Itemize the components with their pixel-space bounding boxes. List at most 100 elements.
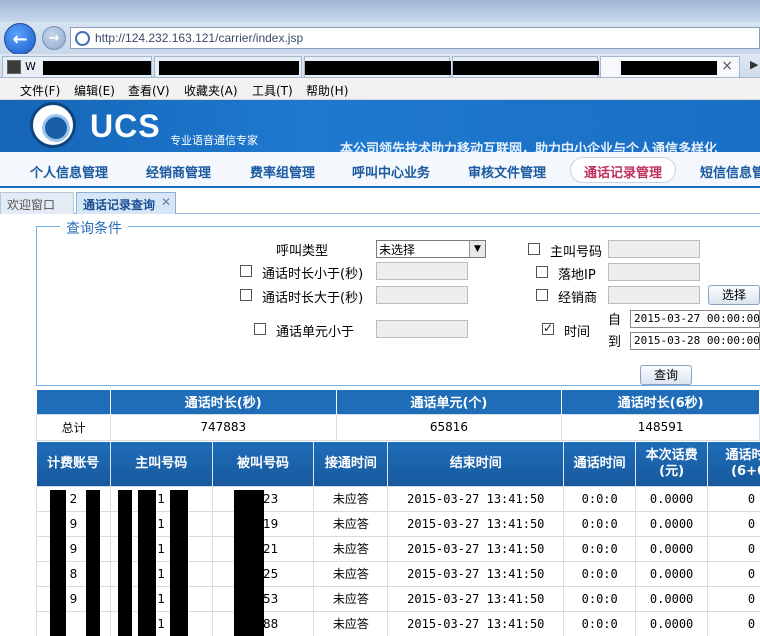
arrow-left-icon: ← xyxy=(12,28,28,50)
slogan: 本公司领先技术助力移动互联网，助力中小企业与个人通信多样化 xyxy=(340,142,718,152)
nav-item-personal-info[interactable]: 个人信息管理 xyxy=(30,162,108,181)
col-header[interactable]: 结束时间 xyxy=(387,442,565,486)
browser-tab[interactable] xyxy=(154,56,302,77)
close-tab-icon[interactable]: × xyxy=(721,58,733,74)
tab-welcome[interactable]: 欢迎窗口 xyxy=(0,192,74,214)
col-header[interactable]: 通话时间 xyxy=(563,442,637,486)
menu-file[interactable]: 文件(F) xyxy=(20,82,60,99)
nav-item-dealer[interactable]: 经销商管理 xyxy=(146,162,211,181)
select-dealer-button[interactable]: 选择 xyxy=(708,285,760,305)
cell-end-time: 2015-03-27 13:41:50 xyxy=(387,510,565,537)
cell-duration: 0 xyxy=(707,585,760,612)
summary-value: 148591 xyxy=(561,413,760,441)
tabs-scroll-arrow-icon[interactable]: ▶ xyxy=(750,58,758,71)
dealer-checkbox[interactable] xyxy=(536,289,548,301)
col-header[interactable]: 被叫号码 xyxy=(212,442,315,486)
nav-item-rate-group[interactable]: 费率组管理 xyxy=(250,162,315,181)
browser-tab[interactable] xyxy=(304,56,451,77)
unit-lt-label: 通话单元小于 xyxy=(276,325,355,340)
redaction xyxy=(159,61,299,75)
from-label: 自 xyxy=(608,313,622,328)
menu-tools[interactable]: 工具(T) xyxy=(252,82,293,99)
cell-end-time: 2015-03-27 13:41:50 xyxy=(387,585,565,612)
duration-lt-checkbox[interactable] xyxy=(240,265,252,277)
col-header[interactable]: 接通时间 xyxy=(313,442,389,486)
nav-item-call-center[interactable]: 呼叫中心业务 xyxy=(352,162,430,181)
query-button[interactable]: 查询 xyxy=(640,365,692,385)
back-button[interactable]: ← xyxy=(4,23,36,55)
cell-connect-time: 未应答 xyxy=(313,585,389,612)
caller-checkbox[interactable] xyxy=(528,243,540,255)
cell-duration: 0 xyxy=(707,535,760,562)
unit-lt-input[interactable] xyxy=(376,320,468,338)
app-header: UCS 专业语音通信专家 本公司领先技术助力移动互联网，助力中小企业与个人通信多… xyxy=(0,100,760,152)
redaction xyxy=(43,61,151,75)
landing-ip-input[interactable] xyxy=(608,263,700,281)
nav-item-audit-files[interactable]: 审核文件管理 xyxy=(468,162,546,181)
cell-call-time: 0:0:0 xyxy=(563,535,637,562)
duration-gt-checkbox[interactable] xyxy=(240,289,252,301)
landing-ip-checkbox[interactable] xyxy=(536,266,548,278)
caller-label: 主叫号码 xyxy=(550,245,603,260)
duration-gt-label: 通话时长大于(秒) xyxy=(262,291,364,306)
forward-button[interactable]: → xyxy=(42,26,66,50)
tab-welcome-label: 欢迎窗口 xyxy=(7,198,56,212)
cell-call-time: 0:0:0 xyxy=(563,485,637,512)
summary-table: 通话时长(秒) 通话单元(个) 通话时长(6秒) 总计 747883 65816… xyxy=(36,390,760,441)
duration-gt-input[interactable] xyxy=(376,286,468,304)
call-type-value: 未选择 xyxy=(379,243,416,257)
duration-lt-input[interactable] xyxy=(376,262,468,280)
redaction xyxy=(453,61,599,75)
col-header[interactable]: 通话时长(6+6) xyxy=(707,442,760,486)
redaction-bar xyxy=(118,490,132,636)
call-type-select[interactable]: 未选择 ▼ xyxy=(376,240,486,258)
summary-value: 747883 xyxy=(109,413,337,441)
browser-tab-active[interactable]: × xyxy=(600,56,740,77)
menu-view[interactable]: 查看(V) xyxy=(128,82,170,99)
redaction-bar xyxy=(138,490,156,636)
nav-item-sms[interactable]: 短信信息管 xyxy=(700,162,760,181)
cell-call-time: 0:0:0 xyxy=(563,560,637,587)
cell-call-time: 0:0:0 xyxy=(563,510,637,537)
tab-active-label: 通话记录查询 xyxy=(83,198,156,212)
cell-fee: 0.0000 xyxy=(635,585,709,612)
cell-call-time: 0:0:0 xyxy=(563,585,637,612)
col-header[interactable]: 本次话费(元) xyxy=(635,442,709,486)
tab-label: W xyxy=(25,60,36,73)
landing-ip-label: 落地IP xyxy=(558,268,596,283)
to-date-input[interactable]: 2015-03-28 00:00:00 xyxy=(630,332,760,350)
menu-favorites[interactable]: 收藏夹(A) xyxy=(184,82,238,99)
cell-fee: 0.0000 xyxy=(635,510,709,537)
cell-connect-time: 未应答 xyxy=(313,535,389,562)
dealer-input[interactable] xyxy=(608,286,700,304)
col-header[interactable]: 计费账号 xyxy=(36,442,111,486)
tab-favicon-icon xyxy=(7,60,21,74)
caller-input[interactable] xyxy=(608,240,700,258)
main-nav: 个人信息管理 经销商管理 费率组管理 呼叫中心业务 审核文件管理 通话记录管理 … xyxy=(0,152,760,188)
menu-bar: 文件(F) 编辑(E) 查看(V) 收藏夹(A) 工具(T) 帮助(H) xyxy=(0,78,760,100)
chevron-down-icon: ▼ xyxy=(469,241,485,257)
cell-fee: 0.0000 xyxy=(635,535,709,562)
close-icon[interactable]: ✕ xyxy=(161,195,171,209)
to-label: 到 xyxy=(608,335,622,350)
col-header[interactable]: 主叫号码 xyxy=(110,442,213,486)
tab-call-record-query[interactable]: 通话记录查询 ✕ xyxy=(76,192,176,214)
address-bar[interactable]: http://124.232.163.121/carrier/index.jsp xyxy=(70,27,760,49)
cell-fee: 0.0000 xyxy=(635,610,709,636)
cell-connect-time: 未应答 xyxy=(313,610,389,636)
cell-connect-time: 未应答 xyxy=(313,485,389,512)
dealer-label: 经销商 xyxy=(558,291,598,306)
logo-text: UCS xyxy=(90,108,161,144)
url-text: http://124.232.163.121/carrier/index.jsp xyxy=(95,31,304,45)
summary-total-label: 总计 xyxy=(36,413,111,441)
time-checkbox[interactable] xyxy=(542,321,554,335)
duration-lt-label: 通话时长小于(秒) xyxy=(262,267,364,282)
browser-tab[interactable] xyxy=(452,56,599,77)
unit-lt-checkbox[interactable] xyxy=(254,323,266,335)
menu-edit[interactable]: 编辑(E) xyxy=(74,82,115,99)
menu-help[interactable]: 帮助(H) xyxy=(306,82,348,99)
from-date-input[interactable]: 2015-03-27 00:00:00 xyxy=(630,310,760,328)
browser-tab[interactable]: W xyxy=(2,56,152,77)
time-label: 时间 xyxy=(564,325,591,340)
nav-item-call-records[interactable]: 通话记录管理 xyxy=(584,162,662,181)
